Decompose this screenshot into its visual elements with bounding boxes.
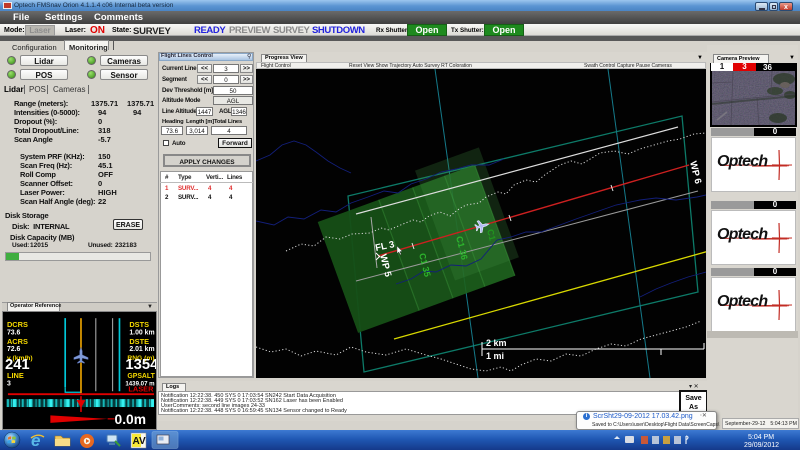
svg-text:ACRS: ACRS (7, 337, 28, 346)
svg-text:LINE: LINE (7, 371, 24, 380)
svg-text:DCRS: DCRS (7, 320, 28, 329)
svg-text:GPSALT: GPSALT (127, 373, 155, 380)
svg-text:DSTE: DSTE (129, 337, 149, 346)
svg-text:e: e (31, 431, 40, 450)
svg-text:5:04 PM: 5:04 PM (748, 434, 774, 441)
svg-text:0.0m: 0.0m (115, 411, 146, 427)
svg-text:1.00 km: 1.00 km (129, 329, 154, 336)
svg-text:73.6: 73.6 (7, 329, 21, 336)
svg-text:Optech: Optech (717, 226, 768, 243)
svg-text:3: 3 (7, 380, 11, 387)
svg-text:1354: 1354 (125, 357, 157, 373)
svg-text:2 km: 2 km (486, 338, 507, 348)
svg-text:LASER: LASER (128, 385, 154, 394)
svg-text:Optech: Optech (717, 153, 768, 170)
svg-text:AV: AV (133, 436, 146, 447)
svg-text:72.6: 72.6 (7, 346, 21, 353)
svg-text:1 mi: 1 mi (486, 351, 504, 361)
svg-text:Optech: Optech (717, 293, 768, 310)
svg-text:2.01 km: 2.01 km (129, 346, 154, 353)
svg-text:DSTS: DSTS (129, 320, 149, 329)
svg-text:29/09/2012: 29/09/2012 (744, 442, 779, 449)
